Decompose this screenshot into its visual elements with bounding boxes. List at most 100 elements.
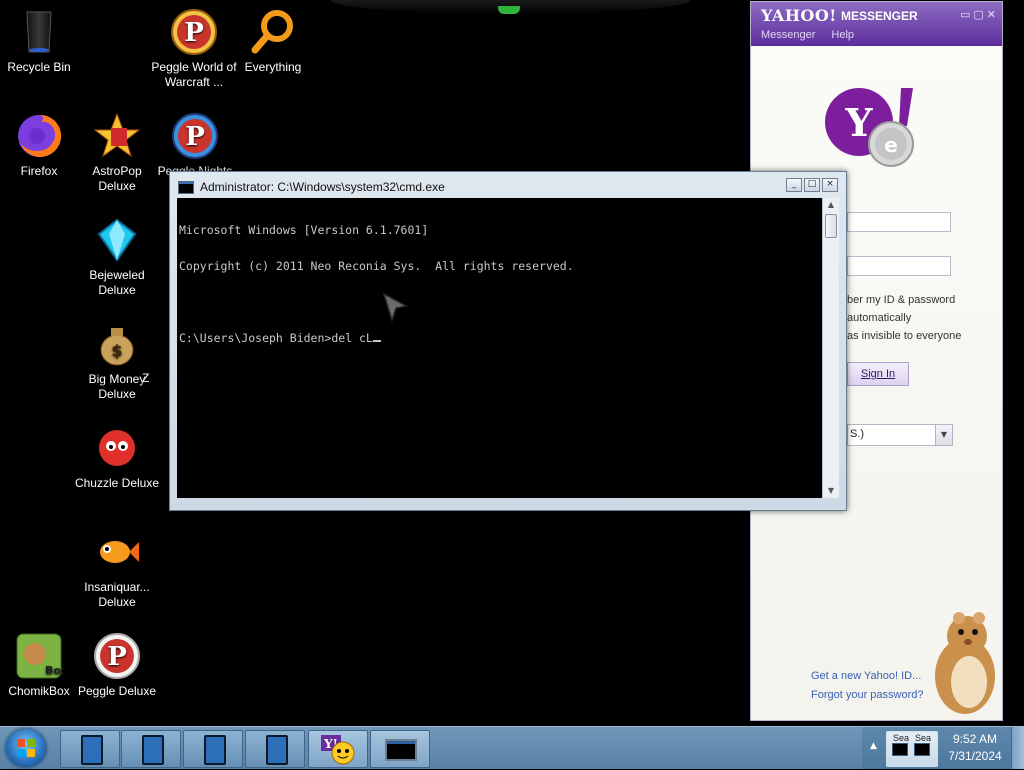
search-icon xyxy=(249,8,297,56)
astropop-icon xyxy=(93,112,141,160)
svg-text:P: P xyxy=(185,122,205,152)
desktop-icon-big-money[interactable]: $ Big Money Deluxe xyxy=(72,320,162,402)
console-line: Copyright (c) 2011 Neo Reconia Sys. All … xyxy=(179,259,574,273)
tray-preview[interactable]: Sea Sea xyxy=(886,731,938,767)
password-field[interactable] xyxy=(847,256,951,276)
taskbar-app-button[interactable] xyxy=(183,730,243,768)
menu-help[interactable]: Help xyxy=(831,29,854,41)
desktop-icon-bejeweled[interactable]: Bejeweled Deluxe xyxy=(72,216,162,298)
taskbar-app-button[interactable] xyxy=(245,730,305,768)
desktop-icon-label: Peggle World of Warcraft ... xyxy=(151,60,237,89)
hamster-mascot-icon xyxy=(921,606,1001,716)
chuzzle-icon xyxy=(93,424,141,472)
minimize-button[interactable]: _ xyxy=(786,178,802,192)
start-button[interactable] xyxy=(6,729,46,767)
messenger-title: MESSENGER xyxy=(841,9,918,23)
svg-text:P: P xyxy=(107,642,127,672)
messenger-header: YAHOO! MESSENGER ▭ ▢ ✕ Messenger Help xyxy=(751,2,1002,46)
chevron-down-icon[interactable]: ▼ xyxy=(935,425,952,445)
text-cursor xyxy=(372,340,381,342)
scroll-down-icon[interactable]: ▼ xyxy=(823,484,839,498)
yahoo-logo: YAHOO! xyxy=(761,6,837,25)
desktop-icon-label: Bejeweled Deluxe xyxy=(89,268,145,297)
yahoo-messenger-icon: Y! xyxy=(321,735,355,770)
peggle-icon: P xyxy=(171,112,219,160)
taskbar-app-button[interactable] xyxy=(121,730,181,768)
desktop-icon-label: Everything xyxy=(244,60,302,74)
remember-me-option[interactable]: ber my ID & password xyxy=(847,294,955,306)
console-icon xyxy=(892,743,908,756)
yahoo-id-field[interactable] xyxy=(847,212,951,232)
clock[interactable]: 9:52 AM 7/31/2024 xyxy=(946,731,1004,765)
sign-in-auto-option[interactable]: automatically xyxy=(847,312,911,324)
windows-logo-icon xyxy=(17,739,35,757)
status-led xyxy=(498,6,520,14)
chomikbox-icon: Box xyxy=(15,632,68,680)
desktop-icon-label: Insaniquar... Deluxe xyxy=(84,580,150,609)
scroll-up-icon[interactable]: ▲ xyxy=(823,198,839,212)
svg-text:Box: Box xyxy=(45,664,63,677)
clock-date: 7/31/2024 xyxy=(948,749,1002,763)
menu-messenger[interactable]: Messenger xyxy=(761,29,815,41)
new-yahoo-id-link[interactable]: Get a new Yahoo! ID... xyxy=(811,670,921,682)
forgot-password-link[interactable]: Forgot your password? xyxy=(811,689,924,701)
clock-time: 9:52 AM xyxy=(952,732,998,746)
phone-app-icon xyxy=(81,735,103,765)
console-icon xyxy=(385,739,417,761)
console-prompt: C:\Users\Joseph Biden>del cL xyxy=(179,331,373,345)
peggle-icon: P xyxy=(93,632,141,680)
system-tray: ▲ Sea Sea 9:52 AM 7/31/2024 xyxy=(862,727,1024,769)
console-icon xyxy=(914,743,930,756)
maximize-button[interactable]: □ xyxy=(804,178,820,192)
fish-icon xyxy=(93,528,141,576)
region-select-value: S.) xyxy=(850,428,865,440)
show-hidden-icons-icon[interactable]: ▲ xyxy=(870,741,877,751)
minimize-icon[interactable]: ▭ xyxy=(960,8,970,21)
close-icon[interactable]: ✕ xyxy=(987,8,996,21)
messenger-menu: Messenger Help xyxy=(761,29,854,41)
console-output[interactable]: Microsoft Windows [Version 6.1.7601] Cop… xyxy=(177,198,822,498)
desktop-icon-everything[interactable]: Everything xyxy=(228,8,318,75)
restore-icon[interactable]: ▢ xyxy=(973,8,983,21)
sign-in-button[interactable]: Sign In xyxy=(847,362,909,386)
desktop-icon-label: Chuzzle Deluxe xyxy=(74,476,160,490)
vertical-scrollbar[interactable]: ▲ ▼ xyxy=(822,198,839,498)
cmd-title: Administrator: C:\Windows\system32\cmd.e… xyxy=(200,180,445,194)
invisible-option[interactable]: as invisible to everyone xyxy=(847,330,961,342)
cmd-window[interactable]: Administrator: C:\Windows\system32\cmd.e… xyxy=(169,171,847,511)
top-notch xyxy=(330,0,690,14)
desktop-icon-label: AstroPop Deluxe xyxy=(92,164,142,193)
console-prompt-line: C:\Users\Joseph Biden>del cL xyxy=(179,332,820,344)
tray-label: Sea xyxy=(893,733,910,743)
console-icon xyxy=(178,180,194,194)
desktop-icon-peggle-deluxe[interactable]: P Peggle Deluxe xyxy=(72,632,162,699)
show-desktop-button[interactable] xyxy=(1011,727,1024,769)
desktop-icon-peggle-nights[interactable]: P Peggle Nights xyxy=(150,112,240,179)
desktop-icon-label: Recycle Bin xyxy=(7,60,71,74)
desktop-icon-insaniquarium[interactable]: Insaniquar... Deluxe xyxy=(72,528,162,610)
recycle-bin-icon xyxy=(15,8,63,56)
yahoo-y-logo-icon: Y e xyxy=(819,86,919,176)
taskbar-app-button[interactable] xyxy=(60,730,120,768)
phone-app-icon xyxy=(266,735,288,765)
phone-app-icon xyxy=(142,735,164,765)
console-line: Microsoft Windows [Version 6.1.7601] xyxy=(179,223,429,237)
desktop-icon-chuzzle[interactable]: Chuzzle Deluxe xyxy=(72,424,162,491)
svg-text:P: P xyxy=(184,18,204,48)
svg-text:$: $ xyxy=(111,341,122,360)
cmd-window-controls: _ □ × xyxy=(786,178,838,192)
tray-label: Sea xyxy=(915,733,932,743)
cmd-titlebar[interactable]: Administrator: C:\Windows\system32\cmd.e… xyxy=(178,177,786,197)
scrollbar-thumb[interactable] xyxy=(825,214,837,238)
taskbar-yahoo-messenger-button[interactable]: Y! xyxy=(308,730,368,768)
mouse-pointer-icon xyxy=(382,292,409,327)
desktop-icon-astropop[interactable]: AstroPop Deluxe xyxy=(72,112,162,194)
region-select[interactable]: S.) ▼ xyxy=(847,424,953,446)
gem-icon xyxy=(93,216,141,264)
taskbar-cmd-button[interactable] xyxy=(370,730,430,768)
desktop-icon-peggle-wow[interactable]: P Peggle World of Warcraft ... xyxy=(149,8,239,90)
desktop-icon-recycle-bin[interactable]: Recycle Bin xyxy=(0,8,84,75)
peggle-icon: P xyxy=(170,8,218,56)
close-button[interactable]: × xyxy=(822,178,838,192)
